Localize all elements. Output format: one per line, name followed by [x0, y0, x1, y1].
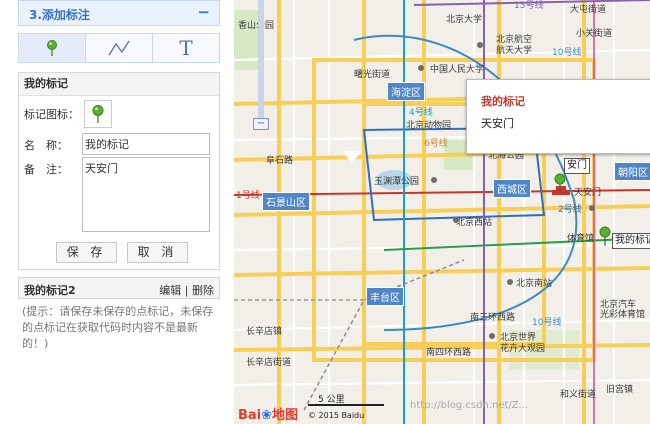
zoom-out-button[interactable]: − [253, 118, 269, 130]
pin-icon [92, 105, 104, 123]
place-label: 香山公园 [238, 20, 274, 31]
district-label: 丰台区 [366, 287, 404, 306]
saved-marker-actions: 编辑 | 删除 [159, 282, 214, 298]
logo-map-text: 地图 [272, 408, 299, 423]
text-tool[interactable]: T [153, 34, 219, 62]
district-label: 朝阳区 [614, 162, 650, 181]
place-label: 北京南站 [516, 277, 552, 289]
place-label: 长辛店街道 [246, 356, 291, 368]
map-pin-icon[interactable] [599, 226, 611, 246]
info-window-body: 天安门 [481, 117, 514, 130]
marker-label[interactable]: 我的标记 [612, 233, 650, 249]
subway-line-label: 6号线 [424, 137, 448, 149]
place-label: 北京西站 [456, 216, 492, 228]
place-label: 天安门 [574, 186, 601, 198]
map-roads: 香山公园 北京大学 北京航空 航天大学 曙光街道 中国人民大学 北京动物园 北海… [234, 0, 650, 424]
place-label: 北京世界 [500, 331, 536, 343]
district-label: 海淀区 [387, 82, 425, 101]
subway-line-label: 15号线 [514, 0, 543, 11]
action-separator: | [184, 284, 189, 297]
edit-link[interactable]: 编辑 [159, 284, 181, 297]
baidu-logo: Bai❀地图 [238, 404, 298, 423]
copyright: © 2015 Baidu [308, 411, 365, 420]
district-label: 西城区 [493, 179, 531, 198]
note-label: 备 注： [24, 163, 68, 176]
place-label: 小关街道 [576, 27, 612, 39]
pin-icon [47, 40, 57, 56]
marker-name-input[interactable] [82, 133, 210, 155]
subway-line-label: 1号线 [236, 189, 260, 201]
marker-note-textarea[interactable]: 天安门 [82, 157, 210, 232]
marker-icon-picker[interactable] [84, 100, 112, 128]
place-label: 和义街道 [560, 388, 596, 400]
icon-label: 标记图标： [24, 108, 79, 121]
saved-marker-name: 我的标记2 [24, 284, 76, 297]
place-label: 中国人民大学 [430, 63, 484, 75]
cancel-button[interactable]: 取 消 [127, 242, 188, 263]
place-label: 北京汽车 [600, 298, 636, 310]
annotation-toolbar: T [18, 33, 220, 63]
place-label: 曙光街道 [354, 68, 390, 80]
place-label: 长辛店镇 [246, 325, 282, 337]
logo-paw-icon: ❀ [261, 408, 273, 423]
scale-bar [308, 404, 384, 406]
info-window-tail [342, 151, 362, 163]
info-window-title: 我的标记 [481, 95, 525, 108]
delete-link[interactable]: 删除 [192, 284, 214, 297]
place-label: 旧宫镇 [606, 383, 633, 395]
road-label: 阜石路 [266, 154, 293, 166]
section-title: 3.添加标注 [29, 8, 90, 22]
place-label: 北京动物园 [406, 119, 451, 131]
marker-edit-form: 我的标记 标记图标： 名 称： 备 注： 天安门 保 存 取 消 [18, 72, 220, 270]
watermark: http://blog.csdn.net/Z... [410, 400, 529, 411]
collapse-button[interactable]: − [197, 3, 210, 21]
point-marker-tool[interactable] [19, 34, 86, 62]
polyline-icon [108, 40, 130, 56]
marker-label[interactable]: 安门 [564, 158, 590, 174]
subway-line-label: 4号线 [409, 106, 433, 118]
info-window: 我的标记 天安门 [466, 79, 650, 154]
place-label: 体育馆 [567, 232, 594, 244]
subway-line-label: 2号线 [558, 203, 582, 215]
logo-text: Bai [238, 408, 262, 423]
tiananmen-icon [552, 186, 570, 195]
place-label: 北京大学 [446, 13, 482, 25]
place-label: 光彩体育馆 [600, 308, 645, 320]
place-label: 花卉大观园 [500, 342, 545, 354]
text-tool-icon: T [179, 36, 193, 60]
hint-text: (提示：请保存未保存的点标记，未保存的点标记在获取代码时内容不是最新的！) [22, 305, 214, 350]
road-label: 南四环西路 [426, 346, 471, 358]
subway-line-label: 10号线 [532, 316, 561, 328]
road-label: 南三环西路 [470, 311, 515, 323]
place-label: 航天大学 [496, 44, 532, 56]
saved-marker-row: 我的标记2 编辑 | 删除 [18, 277, 220, 299]
place-label: 玉渊潭公园 [374, 176, 419, 187]
district-label: 石景山区 [262, 192, 310, 211]
save-button[interactable]: 保 存 [56, 242, 117, 263]
map-canvas[interactable]: 香山公园 北京大学 北京航空 航天大学 曙光街道 中国人民大学 北京动物园 北海… [234, 0, 650, 424]
place-label: 北京航空 [496, 33, 532, 45]
zoom-slider-rail[interactable] [258, 0, 264, 122]
place-label: 大屯街道 [570, 3, 606, 15]
name-label: 名 称： [24, 139, 68, 152]
annotation-panel: 3.添加标注 − T 我的标记 标记图标： 名 称： 我的标记 备 注： 天安门… [0, 0, 232, 424]
marker-form-title: 我的标记 [19, 73, 219, 96]
polyline-tool[interactable] [86, 34, 153, 62]
section-header[interactable]: 3.添加标注 − [18, 0, 220, 26]
subway-line-label: 10号线 [552, 46, 581, 58]
